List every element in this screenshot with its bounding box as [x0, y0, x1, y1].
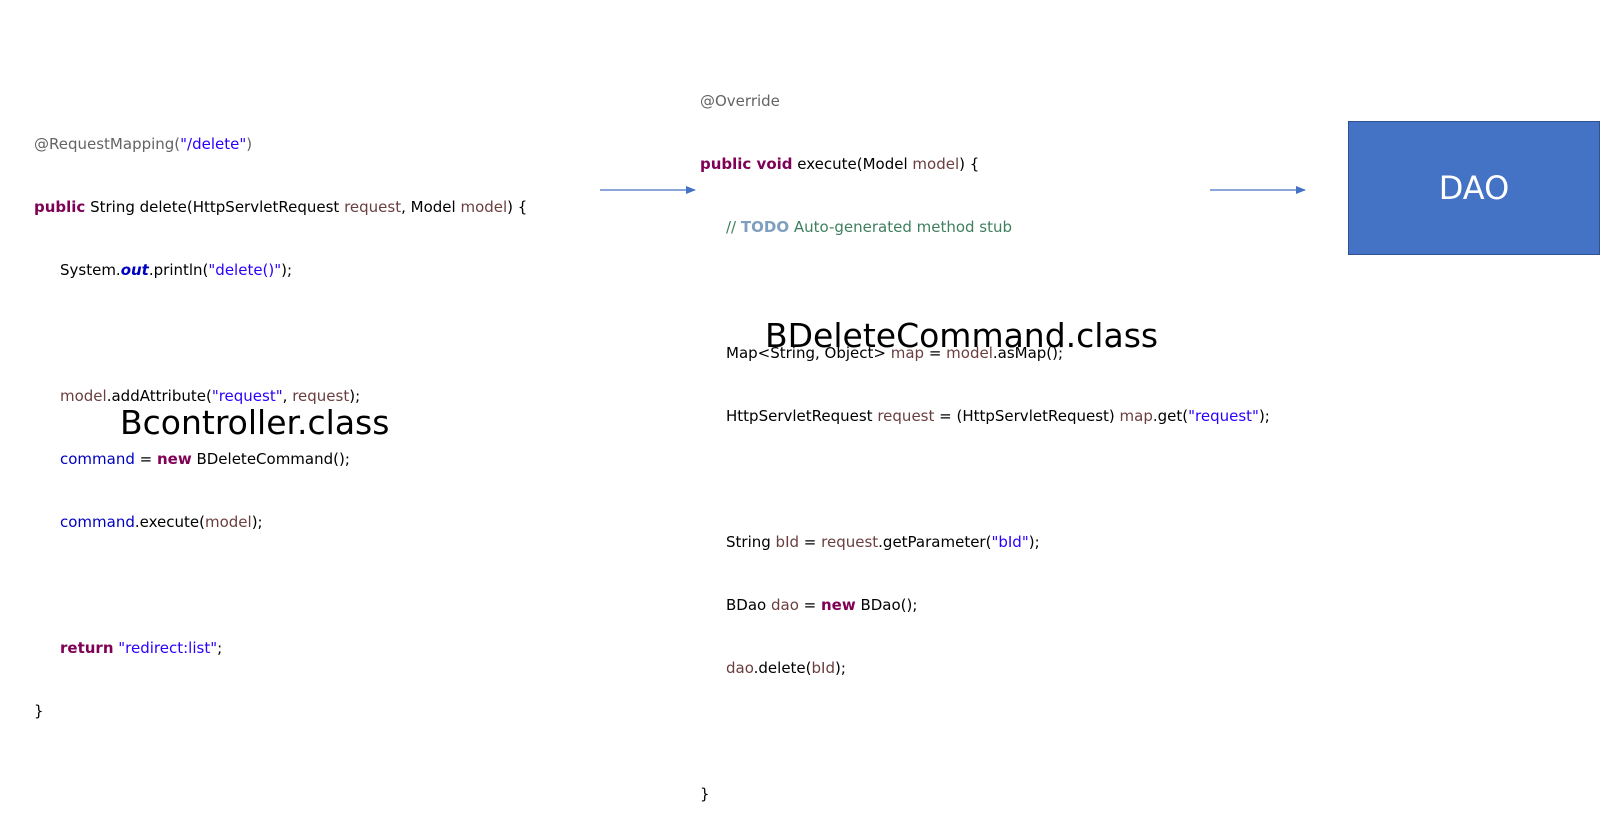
variable-token: model	[912, 155, 960, 173]
keyword-token: return	[60, 639, 114, 657]
code-line: @Override	[700, 91, 1270, 112]
code-line: command.execute(model);	[34, 512, 527, 533]
code-token: ) {	[959, 155, 980, 173]
code-line: command = new BDeleteCommand();	[34, 449, 527, 470]
controller-class-caption: Bcontroller.class	[120, 403, 390, 442]
annotation-token: @RequestMapping(	[34, 135, 181, 153]
code-token: String	[726, 533, 776, 551]
keyword-token: new	[156, 450, 192, 468]
static-field-token: out	[120, 261, 149, 279]
dao-label: DAO	[1438, 169, 1510, 207]
variable-token: model	[60, 387, 107, 405]
code-token: HttpServletRequest	[726, 407, 878, 425]
code-token: .delete(	[753, 659, 812, 677]
code-token: );	[281, 261, 293, 279]
variable-token: bId	[811, 659, 835, 677]
code-line: return "redirect:list";	[34, 638, 527, 659]
code-token: .execute(	[134, 513, 205, 531]
code-line: public String delete(HttpServletRequest …	[34, 197, 527, 218]
code-token: =	[798, 596, 821, 614]
field-token: command	[60, 450, 135, 468]
code-line: }	[700, 784, 1270, 805]
code-line: BDao dao = new BDao();	[700, 595, 1270, 616]
string-token: "/delete"	[180, 135, 247, 153]
variable-token: bId	[775, 533, 800, 551]
annotation-token: )	[246, 135, 253, 153]
code-token: = (HttpServletRequest)	[934, 407, 1120, 425]
code-token: =	[134, 450, 157, 468]
code-token: );	[1258, 407, 1270, 425]
code-token: .println(	[148, 261, 209, 279]
code-token: System.	[60, 261, 121, 279]
code-line: HttpServletRequest request = (HttpServle…	[700, 406, 1270, 427]
code-token: .get(	[1152, 407, 1189, 425]
variable-token: dao	[726, 659, 754, 677]
code-token: execute(Model	[792, 155, 913, 173]
code-token: , Model	[401, 198, 461, 216]
code-line: dao.delete(bId);	[700, 658, 1270, 679]
variable-token: request	[344, 198, 402, 216]
variable-token: request	[821, 533, 879, 551]
code-token: );	[1028, 533, 1040, 551]
variable-token: model	[460, 198, 508, 216]
keyword-token: new	[820, 596, 856, 614]
code-token: );	[835, 659, 846, 677]
string-token: "redirect:list"	[118, 639, 218, 657]
comment-token: Auto-generated method stub	[789, 218, 1013, 236]
code-token: }	[34, 702, 44, 720]
code-token: =	[799, 533, 822, 551]
keyword-token: public void	[700, 155, 793, 173]
code-token: ;	[217, 639, 223, 657]
comment-token: //	[726, 218, 741, 236]
code-line: public void execute(Model model) {	[700, 154, 1270, 175]
keyword-token: public	[34, 198, 86, 216]
variable-token: request	[877, 407, 935, 425]
todo-token: TODO	[740, 218, 790, 236]
code-line: }	[34, 701, 527, 722]
variable-token: dao	[770, 596, 799, 614]
code-line: // TODO Auto-generated method stub	[700, 217, 1270, 238]
code-token: }	[700, 785, 710, 803]
string-token: "request"	[1188, 407, 1259, 425]
code-line: System.out.println("delete()");	[34, 260, 527, 281]
string-token: "delete()"	[208, 261, 282, 279]
annotation-token: @Override	[700, 92, 780, 110]
code-token: ) {	[507, 198, 528, 216]
field-token: command	[60, 513, 135, 531]
code-token: BDeleteCommand();	[191, 450, 350, 468]
code-line: String bId = request.getParameter("bId")…	[700, 532, 1270, 553]
code-line: @RequestMapping("/delete")	[34, 134, 527, 155]
code-token: String delete(HttpServletRequest	[85, 198, 345, 216]
code-token: .getParameter(	[878, 533, 992, 551]
dao-box: DAO	[1348, 121, 1600, 255]
variable-token: model	[204, 513, 252, 531]
variable-token: map	[1119, 407, 1153, 425]
code-token: BDao();	[855, 596, 918, 614]
code-token: BDao	[726, 596, 771, 614]
command-class-caption: BDeleteCommand.class	[765, 316, 1159, 355]
string-token: "bId"	[991, 533, 1029, 551]
code-token: );	[251, 513, 263, 531]
command-code-block: @Override public void execute(Model mode…	[700, 49, 1270, 826]
